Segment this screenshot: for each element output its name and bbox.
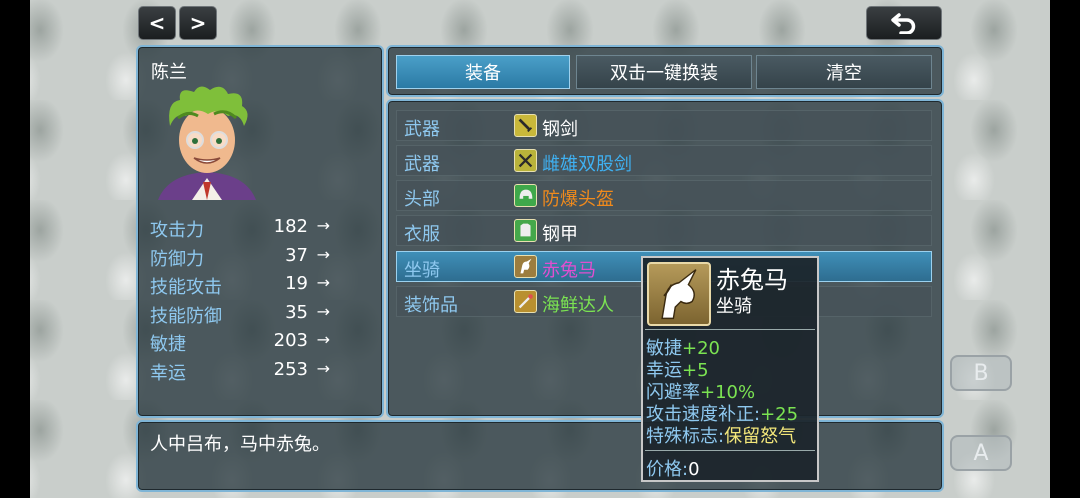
stat-arrow-icon: → <box>316 330 330 349</box>
unicorn-icon <box>514 255 537 278</box>
stat-label: 敏捷 <box>150 334 186 355</box>
stat-row: 技能攻击 19 → <box>150 273 330 299</box>
slot-label: 衣服 <box>404 224 440 245</box>
description-text: 人中吕布，马中赤兔。 <box>150 434 330 455</box>
stat-arrow-icon: → <box>316 359 330 378</box>
stat-label: 攻击力 <box>150 220 204 241</box>
b-button[interactable]: B <box>950 355 1012 391</box>
stat-label: 幸运 <box>150 363 186 384</box>
tooltip-divider <box>645 329 815 330</box>
next-label: > <box>189 11 207 35</box>
slot-label: 头部 <box>404 189 440 210</box>
prev-character-button[interactable]: < <box>138 6 176 40</box>
stat-row: 攻击力 182 → <box>150 216 330 242</box>
a-label: A <box>973 440 989 466</box>
left-letterbox <box>0 0 30 498</box>
stat-row: 防御力 37 → <box>150 245 330 271</box>
equipment-slot-weapon-1[interactable]: 武器 钢剑 <box>396 110 932 141</box>
stat-label: 技能防御 <box>150 306 222 327</box>
back-button[interactable] <box>866 6 942 40</box>
a-button[interactable]: A <box>950 435 1012 471</box>
tab-label: 双击一键换装 <box>610 63 718 84</box>
stat-row: 敏捷 203 → <box>150 330 330 356</box>
equipment-slot-clothes[interactable]: 衣服 钢甲 <box>396 215 932 246</box>
tab-label: 装备 <box>465 63 501 84</box>
tooltip-price: 价格:0 <box>646 455 700 481</box>
slot-label: 坐骑 <box>404 260 440 281</box>
tab-clear[interactable]: 清空 <box>756 55 932 89</box>
equipment-name: 雌雄双股剑 <box>542 154 632 175</box>
stat-value: 35 <box>285 302 308 323</box>
equipment-name: 防爆头盔 <box>542 189 614 210</box>
prev-label: < <box>148 11 166 35</box>
stat-row: 幸运 253 → <box>150 359 330 385</box>
stat-row: 技能防御 35 → <box>150 302 330 328</box>
character-name: 陈兰 <box>151 62 187 83</box>
item-tooltip: 赤兔马 坐骑 敏捷+20 幸运+5 闪避率+10% 攻击速度补正:+25 特殊标… <box>641 256 819 482</box>
next-character-button[interactable]: > <box>179 6 217 40</box>
equipment-slot-head[interactable]: 头部 防爆头盔 <box>396 180 932 211</box>
sword-icon <box>514 114 537 137</box>
slot-label: 装饰品 <box>404 295 458 316</box>
stat-label: 技能攻击 <box>150 277 222 298</box>
equipment-name: 钢甲 <box>542 224 578 245</box>
armor-icon <box>514 219 537 242</box>
unicorn-icon <box>647 262 711 326</box>
stat-value: 182 <box>273 216 308 237</box>
tooltip-divider <box>645 450 815 451</box>
character-portrait <box>158 86 256 200</box>
equipment-name: 赤兔马 <box>542 260 596 281</box>
b-label: B <box>973 360 989 386</box>
tooltip-subtitle: 坐骑 <box>716 296 752 317</box>
equipment-slot-weapon-2[interactable]: 武器 雌雄双股剑 <box>396 145 932 176</box>
undo-arrow-icon <box>891 13 916 34</box>
stat-value: 253 <box>273 359 308 380</box>
stat-label: 防御力 <box>150 249 204 270</box>
tab-label: 清空 <box>826 63 862 84</box>
tooltip-effect: 特殊标志:保留怒气 <box>646 422 796 448</box>
slot-label: 武器 <box>404 119 440 140</box>
stat-arrow-icon: → <box>316 216 330 235</box>
tab-quick-equip[interactable]: 双击一键换装 <box>576 55 752 89</box>
stat-value: 37 <box>285 245 308 266</box>
right-letterbox <box>1050 0 1080 498</box>
stat-value: 19 <box>285 273 308 294</box>
tab-equip[interactable]: 装备 <box>396 55 570 89</box>
price-label: 价格: <box>646 459 689 480</box>
effect-value: 保留怒气 <box>724 426 797 447</box>
tooltip-title: 赤兔马 <box>716 266 788 294</box>
accessory-icon <box>514 290 537 313</box>
stat-arrow-icon: → <box>316 273 330 292</box>
price-value: 0 <box>688 459 700 480</box>
stat-arrow-icon: → <box>316 245 330 264</box>
stat-arrow-icon: → <box>316 302 330 321</box>
equipment-name: 海鲜达人 <box>542 295 614 316</box>
equipment-name: 钢剑 <box>542 119 578 140</box>
crossed-swords-icon <box>514 149 537 172</box>
slot-label: 武器 <box>404 154 440 175</box>
effect-label: 特殊标志: <box>646 426 725 447</box>
stat-value: 203 <box>273 330 308 351</box>
helmet-icon <box>514 184 537 207</box>
